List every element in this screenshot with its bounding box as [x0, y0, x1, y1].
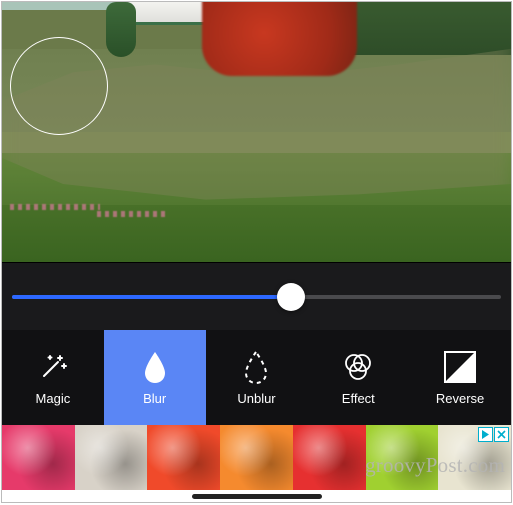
reverse-button[interactable]: Reverse — [409, 330, 511, 425]
scene-trees-right — [353, 2, 511, 55]
venn-icon — [340, 349, 376, 385]
tool-label: Reverse — [436, 391, 484, 406]
drop-icon — [141, 349, 169, 385]
ad-tile[interactable] — [2, 425, 75, 490]
slider-thumb-icon[interactable] — [277, 283, 305, 311]
magic-wand-icon — [36, 349, 70, 385]
magic-button[interactable]: Magic — [2, 330, 104, 425]
home-indicator[interactable] — [192, 494, 322, 499]
ad-close-icon[interactable] — [494, 427, 509, 442]
brush-cursor-icon[interactable] — [10, 37, 108, 135]
brush-size-slider[interactable] — [12, 295, 501, 299]
scene-petals — [97, 211, 167, 217]
tool-label: Magic — [36, 391, 71, 406]
tool-label: Effect — [342, 391, 375, 406]
reverse-triangle-icon — [443, 349, 477, 385]
slider-fill — [12, 295, 291, 299]
ad-tile[interactable] — [293, 425, 366, 490]
tool-label: Unblur — [237, 391, 275, 406]
adchoices-badge[interactable] — [478, 427, 509, 442]
scene-petals — [10, 204, 100, 210]
photo-canvas[interactable] — [2, 2, 511, 262]
ad-tile[interactable] — [147, 425, 220, 490]
watermark-text: groovyPost.com — [365, 453, 505, 478]
drop-outline-icon — [242, 349, 270, 385]
toolbar: Magic Blur Unblur — [2, 330, 511, 425]
effect-button[interactable]: Effect — [307, 330, 409, 425]
brush-size-row — [2, 262, 511, 330]
ad-strip[interactable]: groovyPost.com — [2, 425, 511, 490]
blur-button[interactable]: Blur — [104, 330, 206, 425]
ad-tile[interactable] — [220, 425, 293, 490]
adchoices-icon — [478, 427, 493, 442]
scene-bush — [106, 2, 136, 57]
ad-tile[interactable] — [75, 425, 148, 490]
tool-label: Blur — [143, 391, 166, 406]
unblur-button[interactable]: Unblur — [206, 330, 308, 425]
